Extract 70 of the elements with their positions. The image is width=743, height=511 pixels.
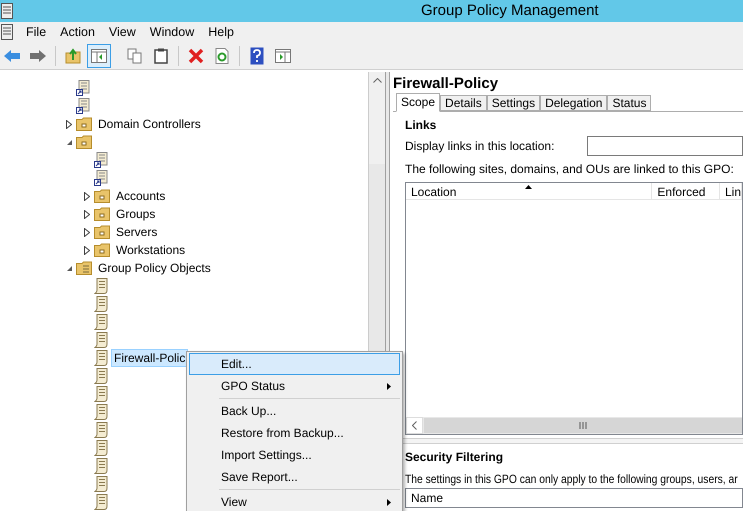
sort-ascending-icon [525,185,532,189]
menu-item[interactable]: File [19,22,54,42]
scroll-icon [94,458,108,474]
tree-item[interactable]: Firewall-Polic [111,349,188,367]
scroll-icon [94,314,108,330]
folder-icon [94,207,110,221]
scroll-link-icon [94,170,108,186]
scroll-icon [94,368,108,384]
location-dropdown[interactable] [587,136,743,156]
scroll-icon [94,422,108,438]
menu-item[interactable]: Help [201,22,241,42]
folder-icon [76,261,92,275]
scroll-icon [94,494,108,510]
folder-icon [94,225,110,239]
column-header[interactable]: Enforced [652,183,720,199]
tree-item[interactable]: Accounts [113,187,168,205]
tree-item[interactable]: Workstations [113,241,188,259]
menu-item[interactable]: View [189,491,400,511]
window-title: Group Policy Management [421,0,599,21]
tab[interactable]: Status [607,95,652,111]
tree-pane-toggle-icon[interactable] [87,44,111,68]
folder-icon [94,243,110,257]
folder-icon [76,117,92,131]
menu-item[interactable]: Action [53,22,102,42]
grip-icon [579,422,587,429]
scroll-icon [94,278,108,294]
scroll-icon [94,296,108,312]
scroll-link-icon [94,152,108,168]
folder-icon [94,189,110,203]
scroll-icon [94,476,108,492]
menu-item[interactable]: Save Report... [189,466,400,488]
menu-item[interactable]: GPO Status [189,375,400,397]
tree-item[interactable]: Domain Controllers [95,115,204,133]
scroll-icon [94,440,108,456]
collapse-arrow-icon[interactable] [66,264,72,272]
description-text: The settings in this GPO can only apply to the following groups, users, ar [405,471,738,487]
collapse-arrow-icon[interactable] [66,138,72,146]
app-icon [1,3,13,19]
tree-item[interactable]: Groups [113,205,158,223]
tab[interactable]: Scope [396,93,440,112]
scroll-up-icon[interactable] [372,78,382,83]
tree-item[interactable]: Servers [113,223,160,241]
scroll-link-icon [76,98,90,114]
folder-icon [76,135,92,149]
scrollbar-thumb[interactable] [369,89,385,164]
scroll-icon [94,386,108,402]
scroll-link-icon [76,80,90,96]
tab[interactable]: Details [440,95,487,111]
section-heading: Security Filtering [405,449,504,465]
column-header[interactable]: Location [406,183,652,199]
field-label: Display links in this location: [405,138,556,155]
tab[interactable]: Delegation [540,95,608,111]
menu-item[interactable]: View [102,22,143,42]
expand-arrow-icon[interactable] [66,120,72,128]
scroll-icon [94,350,108,366]
menu-item[interactable]: Restore from Backup... [189,422,400,444]
column-header[interactable]: Lin [720,183,742,199]
scroll-left-icon[interactable] [412,421,417,430]
tab[interactable]: Settings [486,95,540,111]
horizontal-scrollbar[interactable] [406,417,742,434]
section-heading: Links [405,117,438,133]
menu-item[interactable]: Edit... [189,353,400,375]
menu-item[interactable]: Import Settings... [189,444,400,466]
panel-title: Firewall-Policy [393,74,500,94]
tree-item[interactable]: Group Policy Objects [95,259,214,277]
menu-item[interactable]: Window [142,22,202,42]
scroll-icon [94,332,108,348]
description-text: The following sites, domains, and OUs are linked to this GPO: [405,161,735,177]
menu-item[interactable]: Back Up... [189,400,400,422]
scroll-icon [94,404,108,420]
